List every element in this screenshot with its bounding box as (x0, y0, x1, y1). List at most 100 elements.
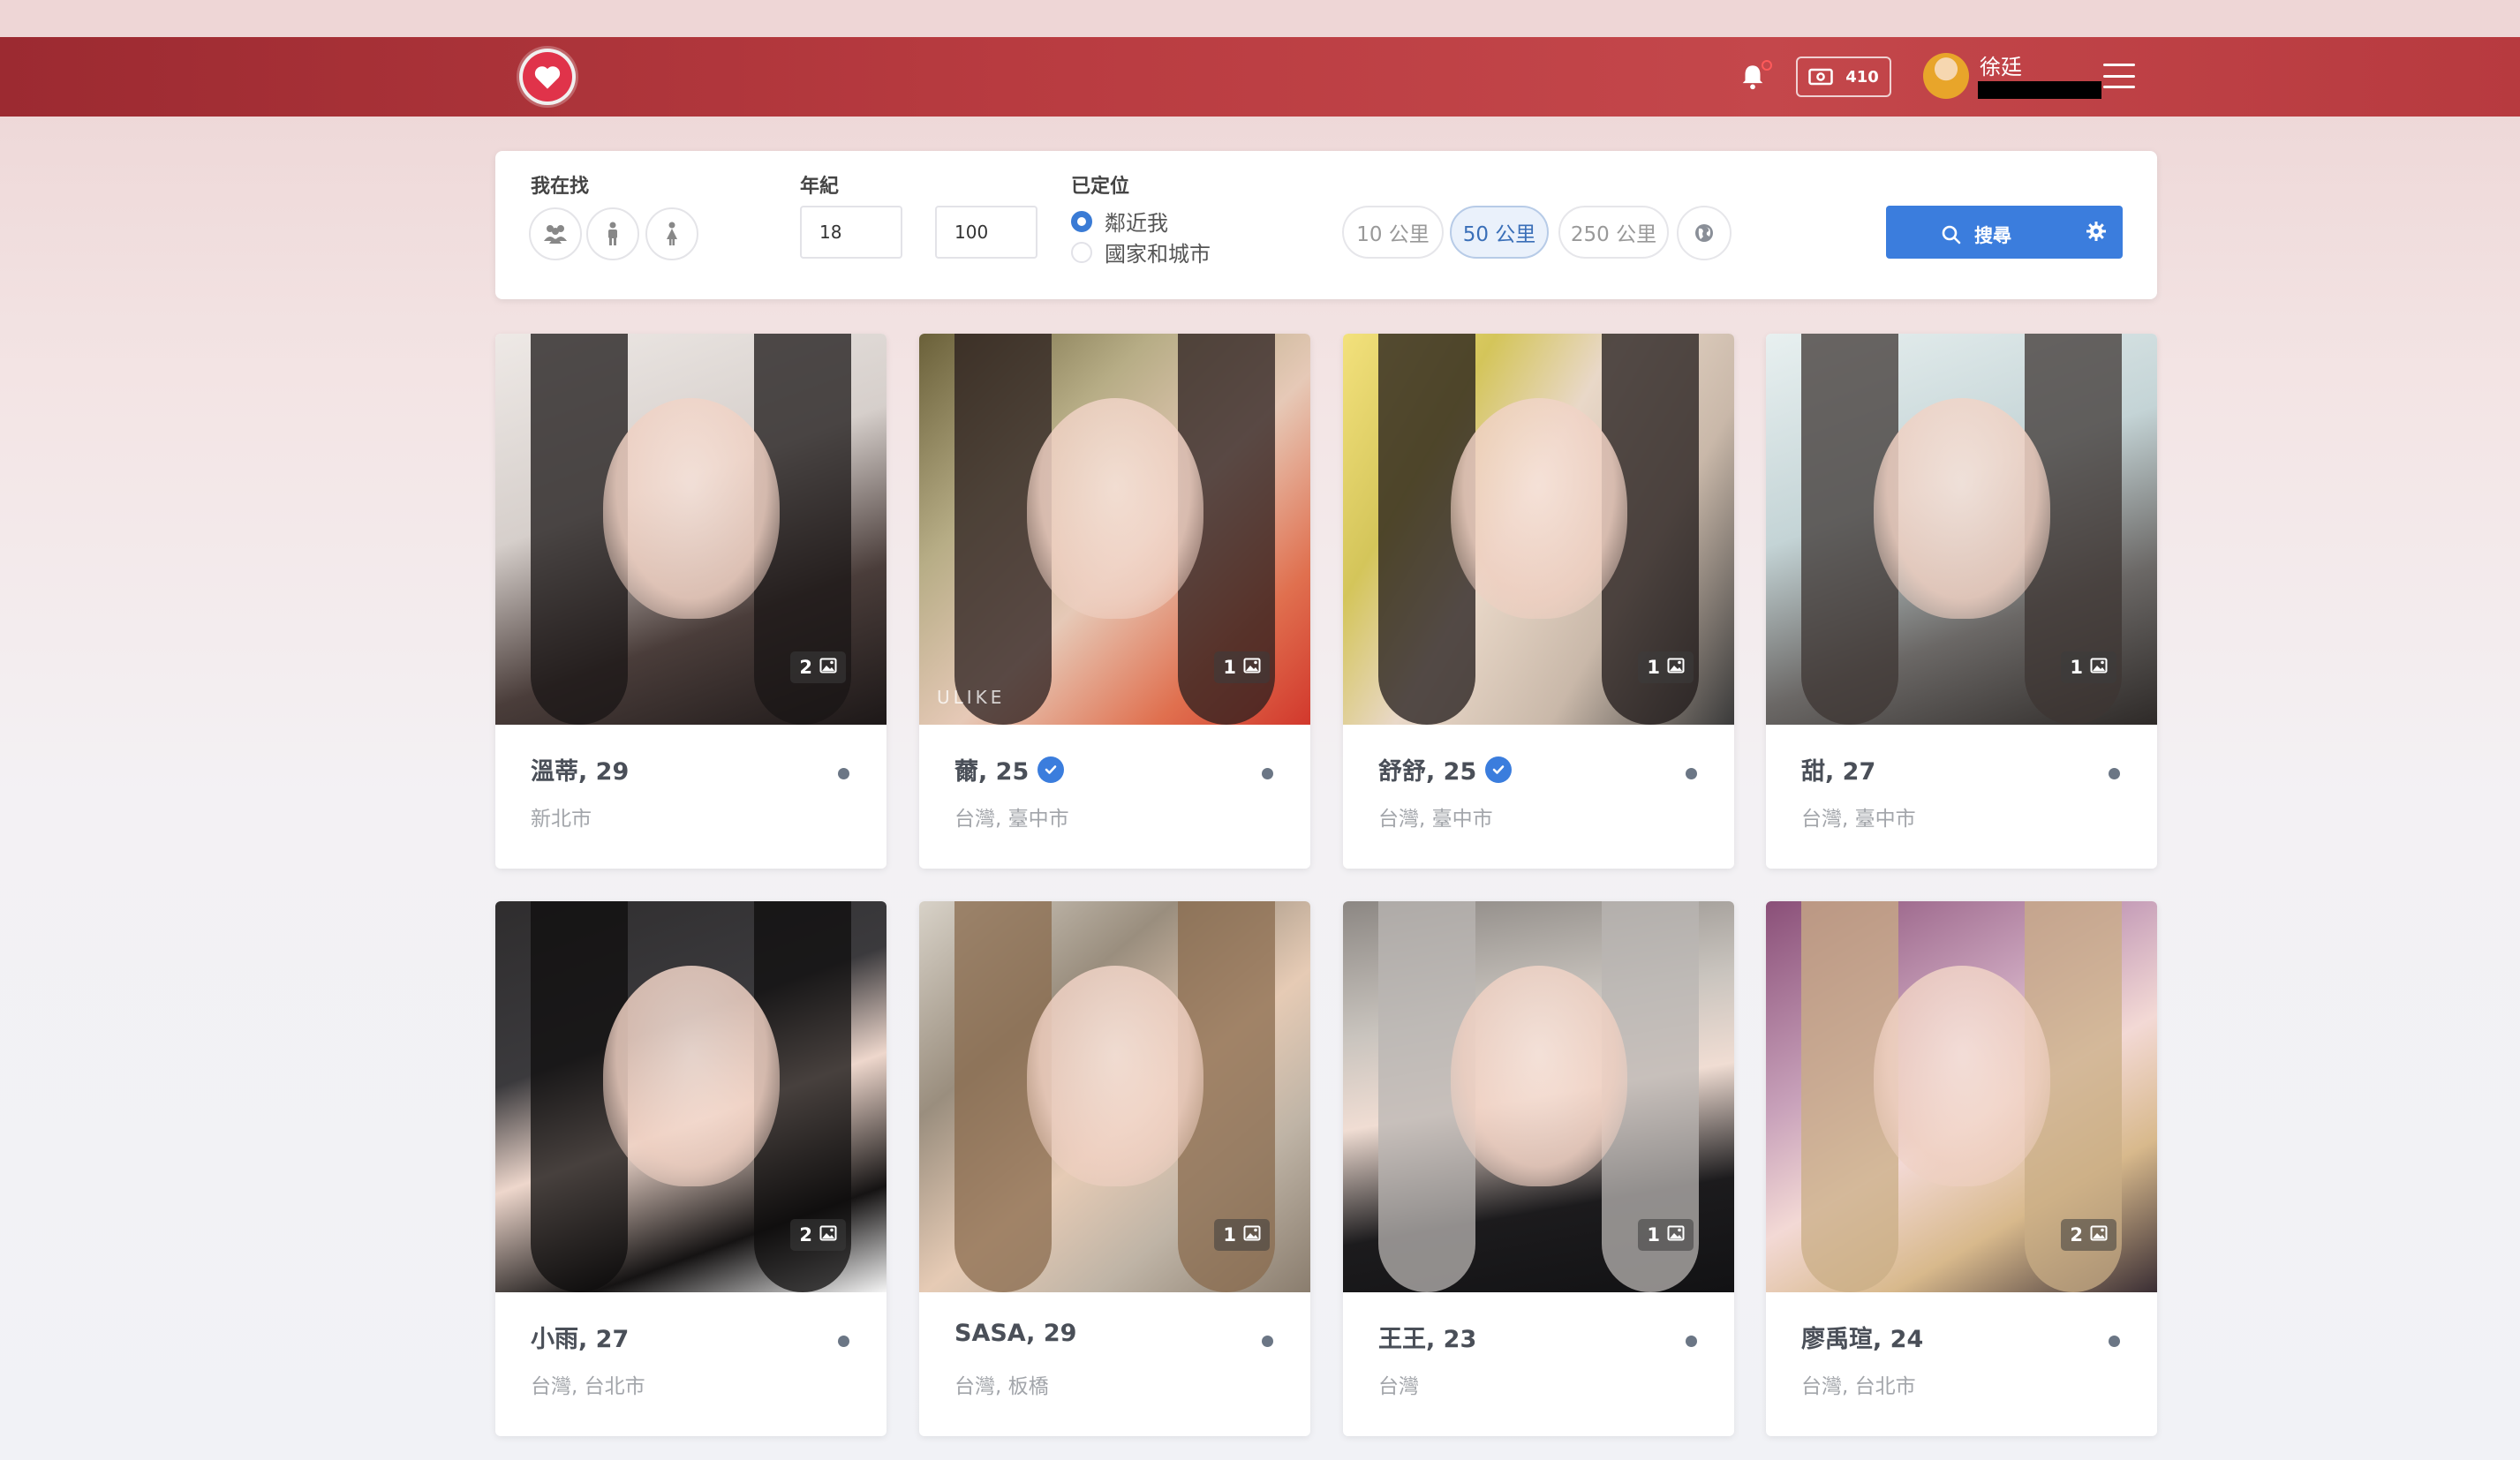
redacted-bar (1978, 81, 2101, 99)
photo-count-badge: 2 (790, 1219, 846, 1251)
photo-count: 2 (799, 657, 812, 678)
female-icon (667, 222, 677, 245)
profile-name-row[interactable]: 廖禹瑄, 24 (1801, 1320, 1923, 1354)
username[interactable]: 徐廷 (1980, 49, 2022, 80)
profile-location: 台灣, 台北市 (531, 1375, 645, 1398)
profile-name[interactable]: 王王, 23 (1378, 1320, 1476, 1354)
top-strip (0, 0, 2520, 37)
heart-icon (534, 66, 561, 89)
male-filter-button[interactable] (586, 207, 639, 260)
heart-logo[interactable] (519, 49, 576, 105)
profile-name[interactable]: 薾, 25 (954, 752, 1029, 786)
profile-location: 台灣, 臺中市 (1378, 808, 1493, 831)
male-icon (608, 222, 617, 245)
image-icon (1243, 1224, 1261, 1246)
distance-250km-button[interactable]: 250 公里 (1558, 206, 1669, 259)
profile-name-row[interactable]: 甜, 27 (1801, 752, 1875, 786)
profile-card[interactable]: 1 舒舒, 25 台灣, 臺中市 (1343, 334, 1734, 869)
user-avatar[interactable] (1923, 53, 1969, 99)
location-label: 已定位 (1071, 176, 1130, 198)
radio-checked[interactable] (1071, 210, 1092, 232)
credits-count: 410 (1845, 67, 1879, 87)
online-status-dot (1262, 768, 1273, 779)
distance-10km-button[interactable]: 10 公里 (1342, 206, 1444, 259)
profile-name-row[interactable]: 薾, 25 (954, 752, 1065, 786)
search-button[interactable]: 搜尋 (1886, 206, 2123, 259)
gear-icon[interactable] (2086, 221, 2107, 242)
female-filter-button[interactable] (645, 207, 698, 260)
photo-count-badge: 1 (1638, 651, 1694, 683)
online-status-dot (2109, 1336, 2120, 1347)
online-status-dot (1262, 1336, 1273, 1347)
photo-count-badge: 1 (2061, 651, 2116, 683)
photo-count: 1 (1647, 1224, 1660, 1246)
profile-name[interactable]: 舒舒, 25 (1378, 752, 1476, 786)
group-filter-button[interactable] (529, 207, 582, 260)
profile-photo[interactable]: 1 (919, 901, 1310, 1292)
profile-card[interactable]: 2 小雨, 27 台灣, 台北市 (495, 901, 887, 1436)
looking-for-label: 我在找 (531, 176, 590, 198)
profile-name[interactable]: 小雨, 27 (531, 1320, 629, 1354)
radio-unchecked[interactable] (1071, 241, 1092, 263)
photo-count: 1 (1223, 1224, 1236, 1246)
profile-card[interactable]: 1 SASA, 29 台灣, 板橋 (919, 901, 1310, 1436)
profile-photo[interactable]: 2 (495, 901, 887, 1292)
profile-name[interactable]: SASA, 29 (954, 1320, 1076, 1347)
profile-card[interactable]: 1 甜, 27 台灣, 臺中市 (1766, 334, 2157, 869)
radio-nearby[interactable]: 鄰近我 (1071, 206, 1168, 237)
photo-count-badge: 2 (790, 651, 846, 683)
profile-name-row[interactable]: 小雨, 27 (531, 1320, 629, 1354)
image-icon (819, 1224, 837, 1246)
profile-name[interactable]: 甜, 27 (1801, 752, 1875, 786)
profile-photo[interactable]: 1 (1343, 334, 1734, 725)
profile-photo[interactable]: 2 (495, 334, 887, 725)
profile-location: 台灣, 板橋 (954, 1375, 1049, 1398)
top-navbar: 410 徐廷 (0, 37, 2520, 117)
group-icon (544, 225, 567, 244)
image-icon (2090, 1224, 2108, 1246)
profile-location: 台灣, 臺中市 (1801, 808, 1916, 831)
profile-photo[interactable]: 2 (1766, 901, 2157, 1292)
photo-count: 1 (1647, 657, 1660, 678)
distance-50km-button[interactable]: 50 公里 (1450, 206, 1549, 259)
radio-nearby-label: 鄰近我 (1105, 211, 1168, 236)
age-max-input[interactable]: 100 (935, 206, 1037, 259)
profile-photo[interactable]: 1 (1343, 901, 1734, 1292)
online-status-dot (2109, 768, 2120, 779)
image-icon (2090, 657, 2108, 678)
radio-country-city-label: 國家和城市 (1105, 242, 1211, 267)
image-icon (819, 657, 837, 678)
profile-card[interactable]: 2 廖禹瑄, 24 台灣, 台北市 (1766, 901, 2157, 1436)
profile-name[interactable]: 廖禹瑄, 24 (1801, 1320, 1923, 1354)
online-status-dot (838, 1336, 849, 1347)
photo-count: 1 (1223, 657, 1236, 678)
verified-icon (1037, 756, 1065, 783)
image-icon (1667, 657, 1685, 678)
radio-country-city[interactable]: 國家和城市 (1071, 237, 1211, 267)
age-min-input[interactable]: 18 (800, 206, 902, 259)
profile-card[interactable]: 2 溫蒂, 29 新北市 (495, 334, 887, 869)
online-status-dot (1686, 768, 1697, 779)
search-button-label: 搜尋 (1974, 225, 2011, 246)
photo-count: 2 (2070, 1224, 2083, 1246)
photo-count: 2 (799, 1224, 812, 1246)
profile-location: 台灣, 臺中市 (954, 808, 1069, 831)
credits-button[interactable]: 410 (1796, 56, 1891, 97)
profile-card[interactable]: 1 王王, 23 台灣 (1343, 901, 1734, 1436)
photo-count-badge: 1 (1214, 1219, 1270, 1251)
globe-icon (1695, 224, 1713, 242)
profile-name-row[interactable]: 王王, 23 (1378, 1320, 1476, 1354)
profile-card[interactable]: 1 ULIKE 薾, 25 台灣, 臺中市 (919, 334, 1310, 869)
banknote-icon (1808, 68, 1833, 86)
photo-count-badge: 1 (1214, 651, 1270, 683)
hamburger-menu-icon[interactable] (2103, 64, 2135, 88)
worldwide-button[interactable] (1677, 206, 1732, 260)
profile-name-row[interactable]: SASA, 29 (954, 1320, 1076, 1347)
photo-count-badge: 1 (1638, 1219, 1694, 1251)
profile-name[interactable]: 溫蒂, 29 (531, 752, 629, 786)
profile-name-row[interactable]: 舒舒, 25 (1378, 752, 1513, 786)
photo-count-badge: 2 (2061, 1219, 2116, 1251)
profile-name-row[interactable]: 溫蒂, 29 (531, 752, 629, 786)
profile-photo[interactable]: 1 (1766, 334, 2157, 725)
profile-photo[interactable]: 1 ULIKE (919, 334, 1310, 725)
